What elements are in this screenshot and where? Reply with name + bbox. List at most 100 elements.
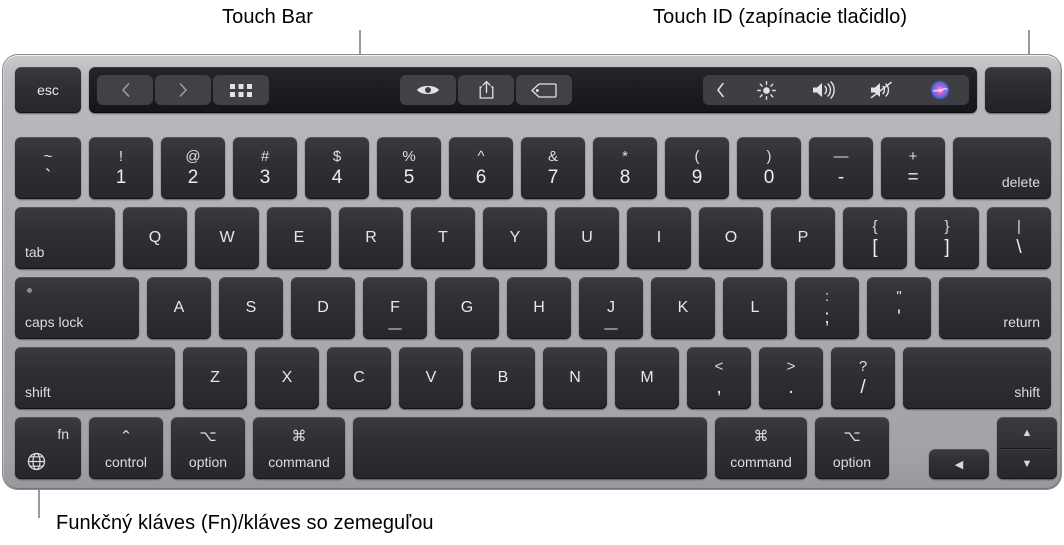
key-fn-label: fn	[57, 426, 69, 442]
key-caps-lock-label: caps lock	[25, 314, 84, 330]
key-4[interactable]: $4	[305, 137, 369, 199]
key-g[interactable]: G	[435, 277, 499, 339]
key-option-left[interactable]: ⌥ option	[171, 417, 245, 479]
key-space[interactable]	[353, 417, 707, 479]
key-o[interactable]: O	[699, 207, 763, 269]
key-shift-right[interactable]: shift	[903, 347, 1051, 409]
arrow-up-down-keys[interactable]: ▲ ▼	[997, 417, 1057, 479]
arrow-left-key[interactable]: ◀	[929, 449, 989, 479]
siri-button[interactable]	[911, 75, 969, 105]
key-comma[interactable]: <,	[687, 347, 751, 409]
key-legend-top: <	[714, 358, 724, 375]
key-6[interactable]: ^ 6	[449, 137, 513, 199]
key-z[interactable]: Z	[183, 347, 247, 409]
key-legend-top: |	[1017, 218, 1021, 235]
key-backtick[interactable]: ~ `	[15, 137, 81, 199]
key-2[interactable]: @2	[161, 137, 225, 199]
arrow-up-key[interactable]: ▲	[997, 417, 1057, 448]
forward-button[interactable]	[155, 75, 211, 105]
key-d[interactable]: D	[291, 277, 355, 339]
key-q[interactable]: Q	[123, 207, 187, 269]
callout-touch-id: Touch ID (zapínacie tlačidlo)	[653, 6, 908, 28]
key-control[interactable]: ⌃ control	[89, 417, 163, 479]
tag-button[interactable]	[516, 75, 572, 105]
key-k[interactable]: K	[651, 277, 715, 339]
key-w[interactable]: W	[195, 207, 259, 269]
touch-bar[interactable]	[89, 67, 977, 113]
key-equals[interactable]: + =	[881, 137, 945, 199]
key-command-right[interactable]: ⌘ command	[715, 417, 807, 479]
key-8[interactable]: * 8	[593, 137, 657, 199]
key-shift-left-label: shift	[25, 384, 51, 400]
key-u[interactable]: U	[555, 207, 619, 269]
key-7[interactable]: & 7	[521, 137, 585, 199]
key-s[interactable]: S	[219, 277, 283, 339]
back-button[interactable]	[97, 75, 153, 105]
key-tab[interactable]: tab	[15, 207, 115, 269]
key-delete[interactable]: delete	[953, 137, 1051, 199]
key-fn-globe[interactable]: fn	[15, 417, 81, 479]
key-bracket-right[interactable]: }]	[915, 207, 979, 269]
key-y[interactable]: Y	[483, 207, 547, 269]
key-shift-left[interactable]: shift	[15, 347, 175, 409]
key-h[interactable]: H	[507, 277, 571, 339]
key-legend: G	[460, 299, 474, 316]
globe-icon	[27, 452, 46, 471]
key-minus[interactable]: — -	[809, 137, 873, 199]
key-b[interactable]: B	[471, 347, 535, 409]
touch-bar-center-group	[400, 75, 572, 105]
key-p[interactable]: P	[771, 207, 835, 269]
key-t[interactable]: T	[411, 207, 475, 269]
key-slash[interactable]: ? /	[831, 347, 895, 409]
key-caps-lock[interactable]: caps lock	[15, 277, 139, 339]
key-5[interactable]: % 5	[377, 137, 441, 199]
key-bracket-left[interactable]: {[	[843, 207, 907, 269]
touch-id-button[interactable]	[985, 67, 1051, 113]
key-legend-bottom: [	[872, 237, 878, 258]
esc-key[interactable]: esc	[15, 67, 81, 113]
key-legend: E	[293, 229, 305, 246]
key-r[interactable]: R	[339, 207, 403, 269]
quick-look-button[interactable]	[400, 75, 456, 105]
grid-view-button[interactable]	[213, 75, 269, 105]
bottom-row: fn ⌃ control ⌥ option ⌘ command ⌘ comman…	[15, 417, 1057, 479]
key-v[interactable]: V	[399, 347, 463, 409]
expand-control-strip[interactable]	[703, 75, 737, 105]
key-9[interactable]: (9	[665, 137, 729, 199]
arrow-down-key[interactable]: ▼	[997, 448, 1057, 479]
key-semicolon[interactable]: :;	[795, 277, 859, 339]
key-period[interactable]: >.	[759, 347, 823, 409]
key-a[interactable]: A	[147, 277, 211, 339]
key-legend: U	[581, 229, 593, 246]
key-f[interactable]: F	[363, 277, 427, 339]
key-legend-top: !	[118, 148, 124, 165]
key-c[interactable]: C	[327, 347, 391, 409]
key-3[interactable]: #3	[233, 137, 297, 199]
touch-bar-left-group	[97, 75, 269, 105]
key-n[interactable]: N	[543, 347, 607, 409]
key-return[interactable]: return	[939, 277, 1051, 339]
volume-button[interactable]	[795, 75, 853, 105]
tag-icon	[531, 82, 557, 98]
key-i[interactable]: I	[627, 207, 691, 269]
key-backslash[interactable]: | \	[987, 207, 1051, 269]
key-legend: B	[497, 369, 509, 386]
brightness-button[interactable]	[737, 75, 795, 105]
key-m[interactable]: M	[615, 347, 679, 409]
key-e[interactable]: E	[267, 207, 331, 269]
key-legend-top: #	[260, 148, 270, 165]
key-0[interactable]: ) 0	[737, 137, 801, 199]
key-1[interactable]: ! 1	[89, 137, 153, 199]
key-quote[interactable]: " '	[867, 277, 931, 339]
key-command-left[interactable]: ⌘ command	[253, 417, 345, 479]
key-option-right[interactable]: ⌥ option	[815, 417, 889, 479]
key-j[interactable]: J	[579, 277, 643, 339]
share-button[interactable]	[458, 75, 514, 105]
key-x[interactable]: X	[255, 347, 319, 409]
key-l[interactable]: L	[723, 277, 787, 339]
key-legend-top: +	[908, 148, 918, 165]
key-legend: K	[677, 299, 689, 316]
mute-button[interactable]	[853, 75, 911, 105]
key-legend: D	[317, 299, 329, 316]
arrow-left-glyph: ◀	[954, 458, 964, 471]
